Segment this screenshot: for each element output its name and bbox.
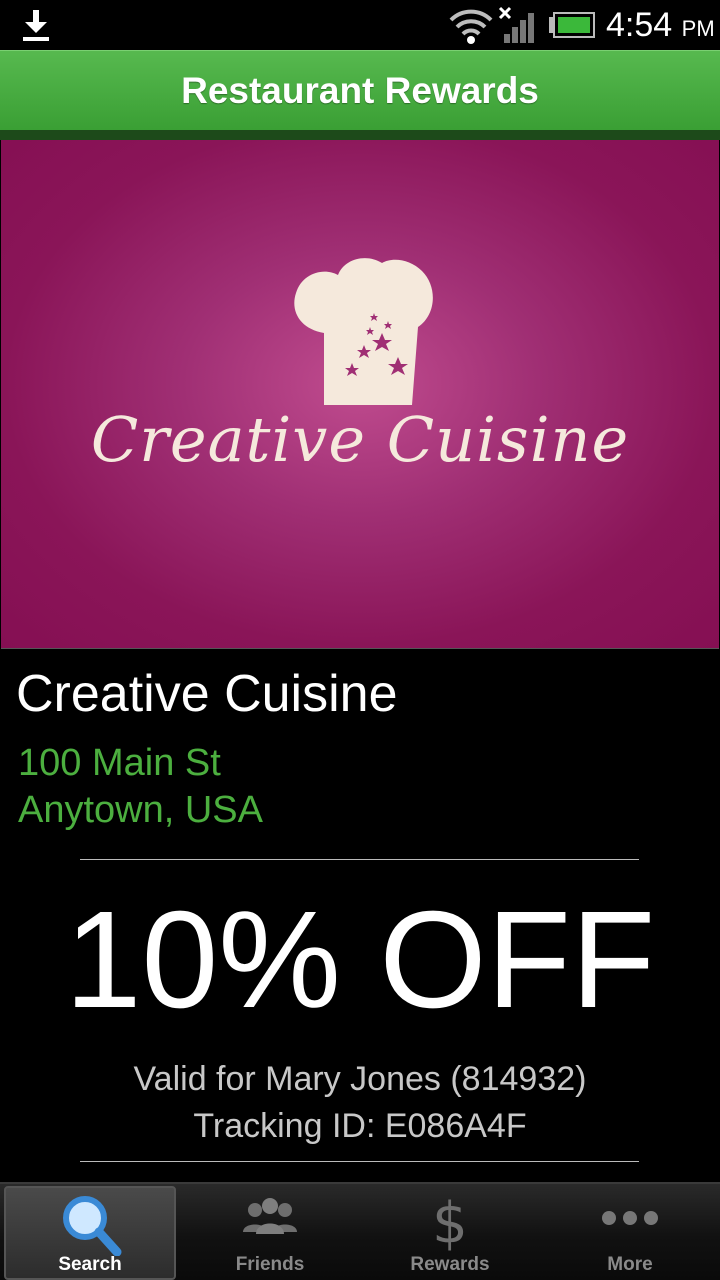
bottom-tab-bar: Search Friends $ Rewards More	[0, 1182, 720, 1280]
status-ampm: PM	[681, 16, 715, 41]
divider-bottom	[80, 1161, 639, 1162]
tab-search-label: Search	[58, 1254, 122, 1275]
divider-top	[80, 859, 639, 860]
status-time: 4:54 PM	[606, 5, 715, 45]
download-icon	[23, 10, 49, 41]
chef-hat-icon	[294, 258, 433, 405]
battery-icon	[549, 12, 595, 38]
offer-discount: 10% OFF	[64, 883, 656, 1037]
logo-text: Creative Cuisine	[90, 403, 630, 476]
restaurant-name: Creative Cuisine	[16, 665, 398, 723]
title-bar: Restaurant Rewards	[0, 50, 720, 130]
address-line-1[interactable]: 100 Main St	[18, 740, 221, 786]
status-time-value: 4:54	[606, 6, 673, 44]
tab-friends[interactable]: Friends	[180, 1184, 360, 1280]
tab-search[interactable]: Search	[4, 1186, 176, 1280]
tab-friends-label: Friends	[235, 1254, 305, 1275]
tab-more-label: More	[607, 1254, 653, 1275]
dollar-icon: $	[432, 1191, 468, 1252]
app-title: Restaurant Rewards	[181, 70, 539, 111]
valid-for-text: Valid for Mary Jones (814932)	[133, 1060, 587, 1098]
tab-more[interactable]: More	[540, 1184, 720, 1280]
tracking-id-text: Tracking ID: E086A4F	[193, 1107, 527, 1145]
svg-text:$: $	[432, 1191, 468, 1252]
restaurant-logo-image: Creative Cuisine	[1, 140, 719, 649]
more-icon	[602, 1211, 658, 1225]
status-bar: 4:54 PM	[0, 0, 720, 50]
friends-icon	[243, 1198, 297, 1234]
title-bar-shadow	[0, 130, 720, 140]
tab-rewards[interactable]: $ Rewards	[360, 1184, 540, 1280]
search-icon	[63, 1196, 122, 1256]
wifi-icon	[449, 9, 493, 44]
signal-icon	[498, 6, 534, 43]
address-line-2[interactable]: Anytown, USA	[18, 787, 263, 833]
tab-rewards-label: Rewards	[410, 1254, 490, 1275]
